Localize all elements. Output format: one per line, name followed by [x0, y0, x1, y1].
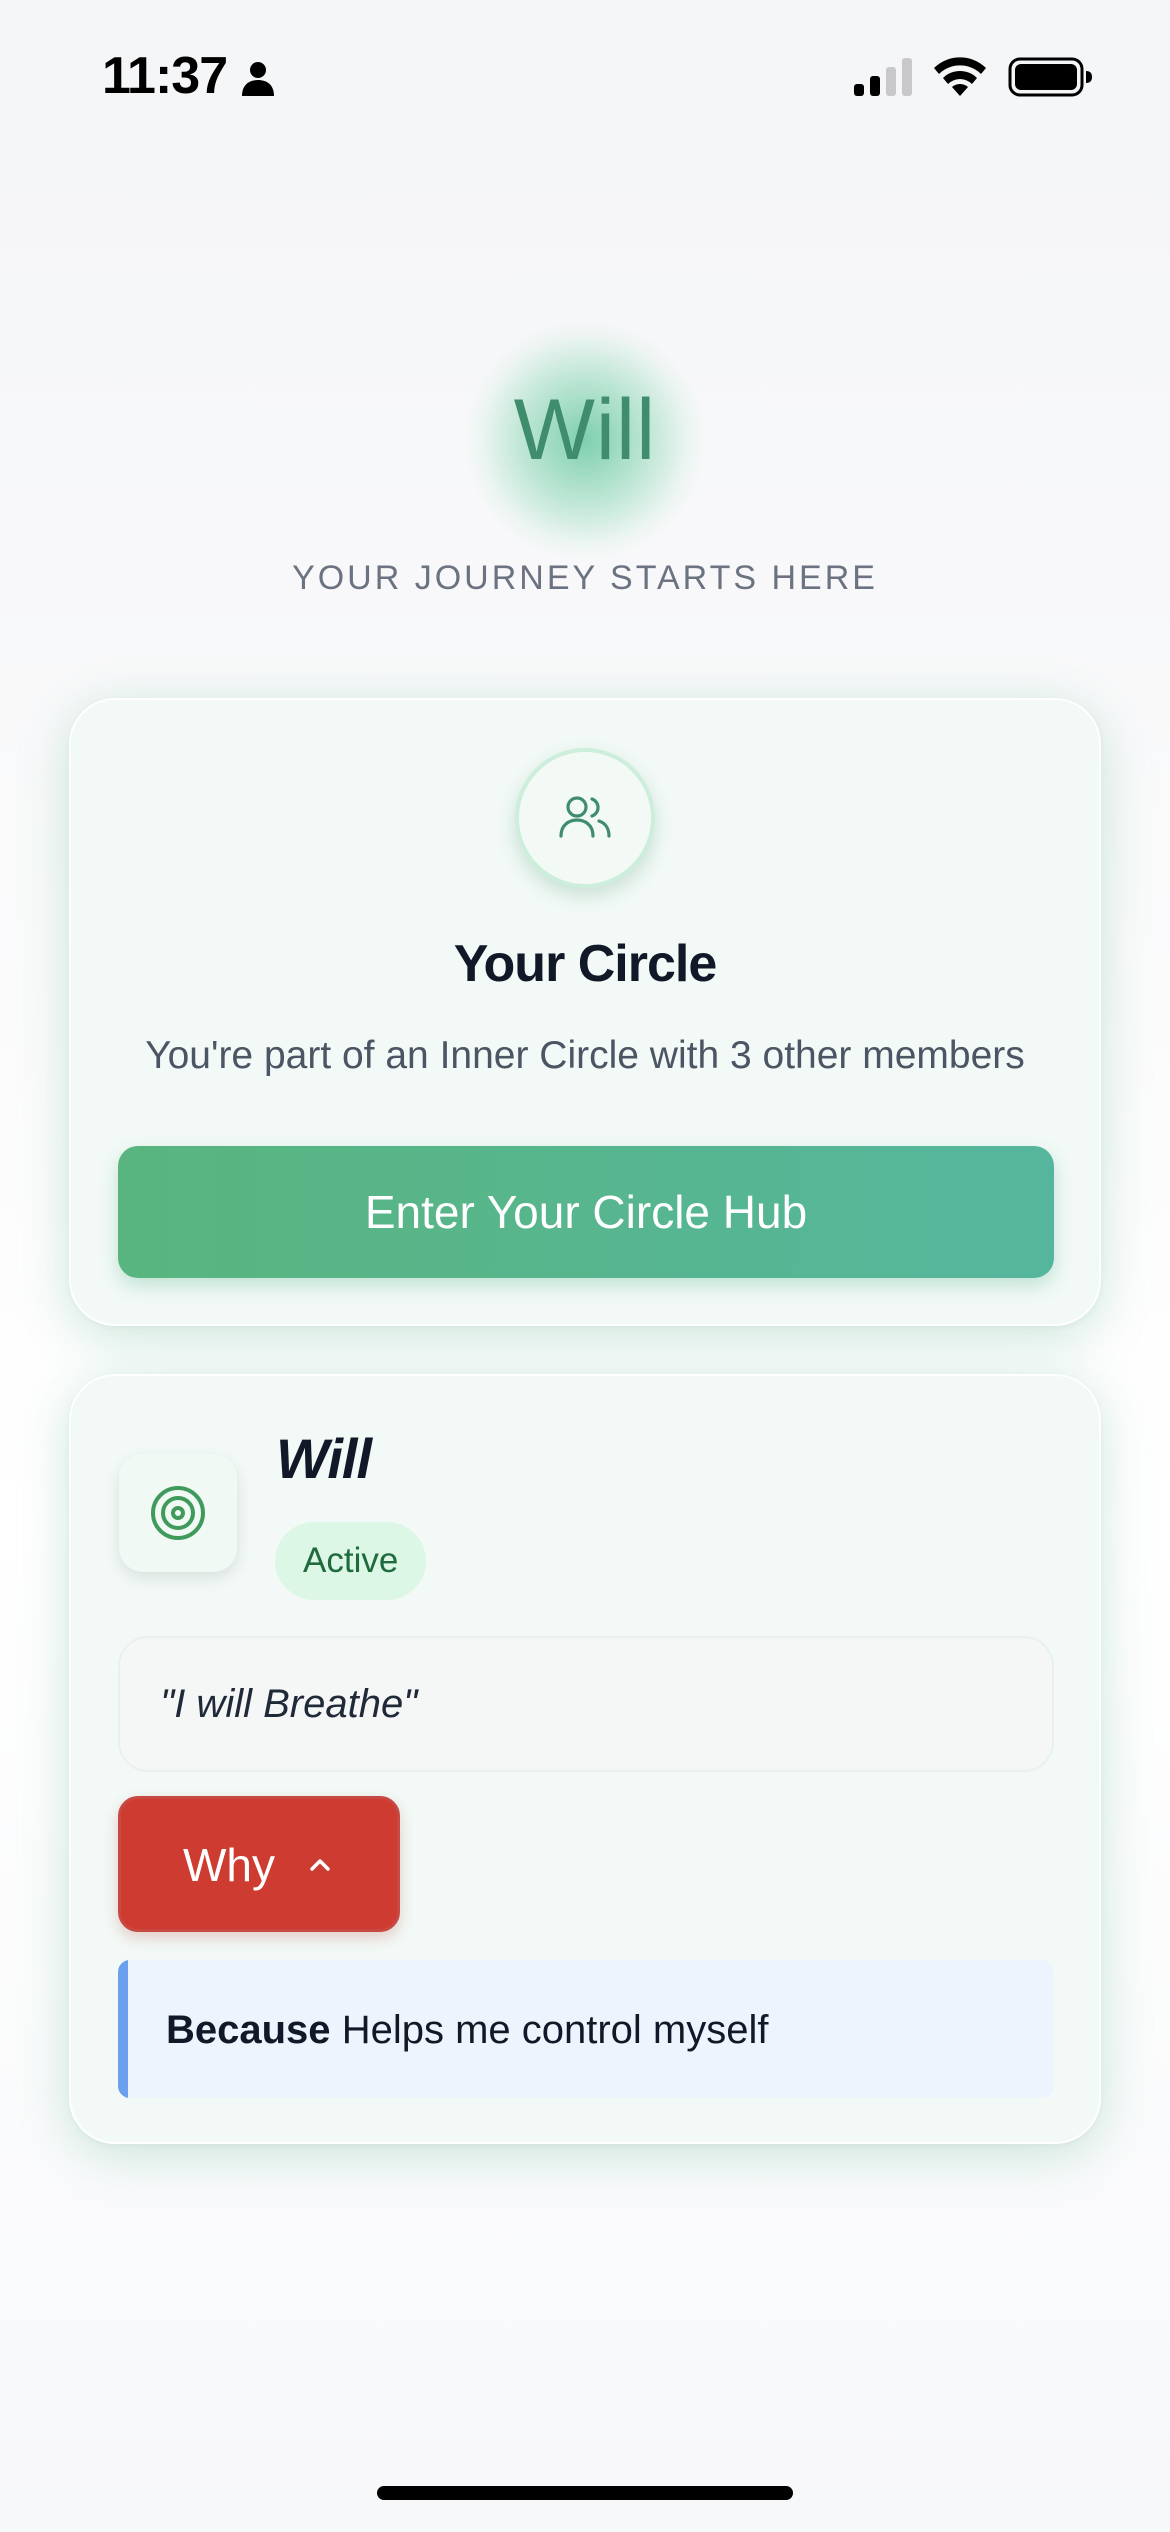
- why-toggle-button[interactable]: Why: [118, 1796, 400, 1932]
- will-icon-tile: [119, 1454, 237, 1572]
- page-subtitle: YOUR JOURNEY STARTS HERE: [292, 559, 878, 597]
- circle-description: You're part of an Inner Circle with 3 ot…: [145, 1034, 1025, 1077]
- wifi-icon: [934, 57, 986, 96]
- target-icon: [151, 1486, 205, 1540]
- will-quote: "I will Breathe": [160, 1682, 418, 1726]
- will-quote-box: "I will Breathe": [118, 1636, 1054, 1772]
- cellular-signal-icon: [854, 58, 912, 96]
- battery-icon: [1008, 57, 1092, 97]
- because-reason: Helps me control myself: [341, 2008, 769, 2052]
- users-icon: [559, 796, 611, 838]
- why-button-label: Why: [183, 1839, 275, 1891]
- person-icon: [242, 62, 274, 96]
- circle-icon-badge: [515, 748, 655, 888]
- because-text: Because Helps me control myself: [166, 2000, 768, 2060]
- will-name: Will: [276, 1427, 372, 1490]
- page-title: Will: [513, 382, 657, 478]
- home-indicator[interactable]: [377, 2486, 793, 2500]
- status-badge: Active: [275, 1522, 427, 1600]
- circle-title: Your Circle: [453, 935, 718, 993]
- because-label: Because: [166, 2008, 331, 2052]
- because-box: Because Helps me control myself: [118, 1960, 1054, 2098]
- status-bar: 11:37: [0, 0, 1170, 150]
- because-accent-bar: [118, 1960, 128, 2098]
- circle-card: Your Circle You're part of an Inner Circ…: [69, 698, 1101, 1326]
- will-card: Will Active "I will Breathe" Why Because…: [69, 1374, 1101, 2144]
- status-time: 11:37: [102, 47, 228, 105]
- enter-circle-hub-button[interactable]: Enter Your Circle Hub: [118, 1146, 1054, 1278]
- chevron-up-icon: [310, 1859, 330, 1871]
